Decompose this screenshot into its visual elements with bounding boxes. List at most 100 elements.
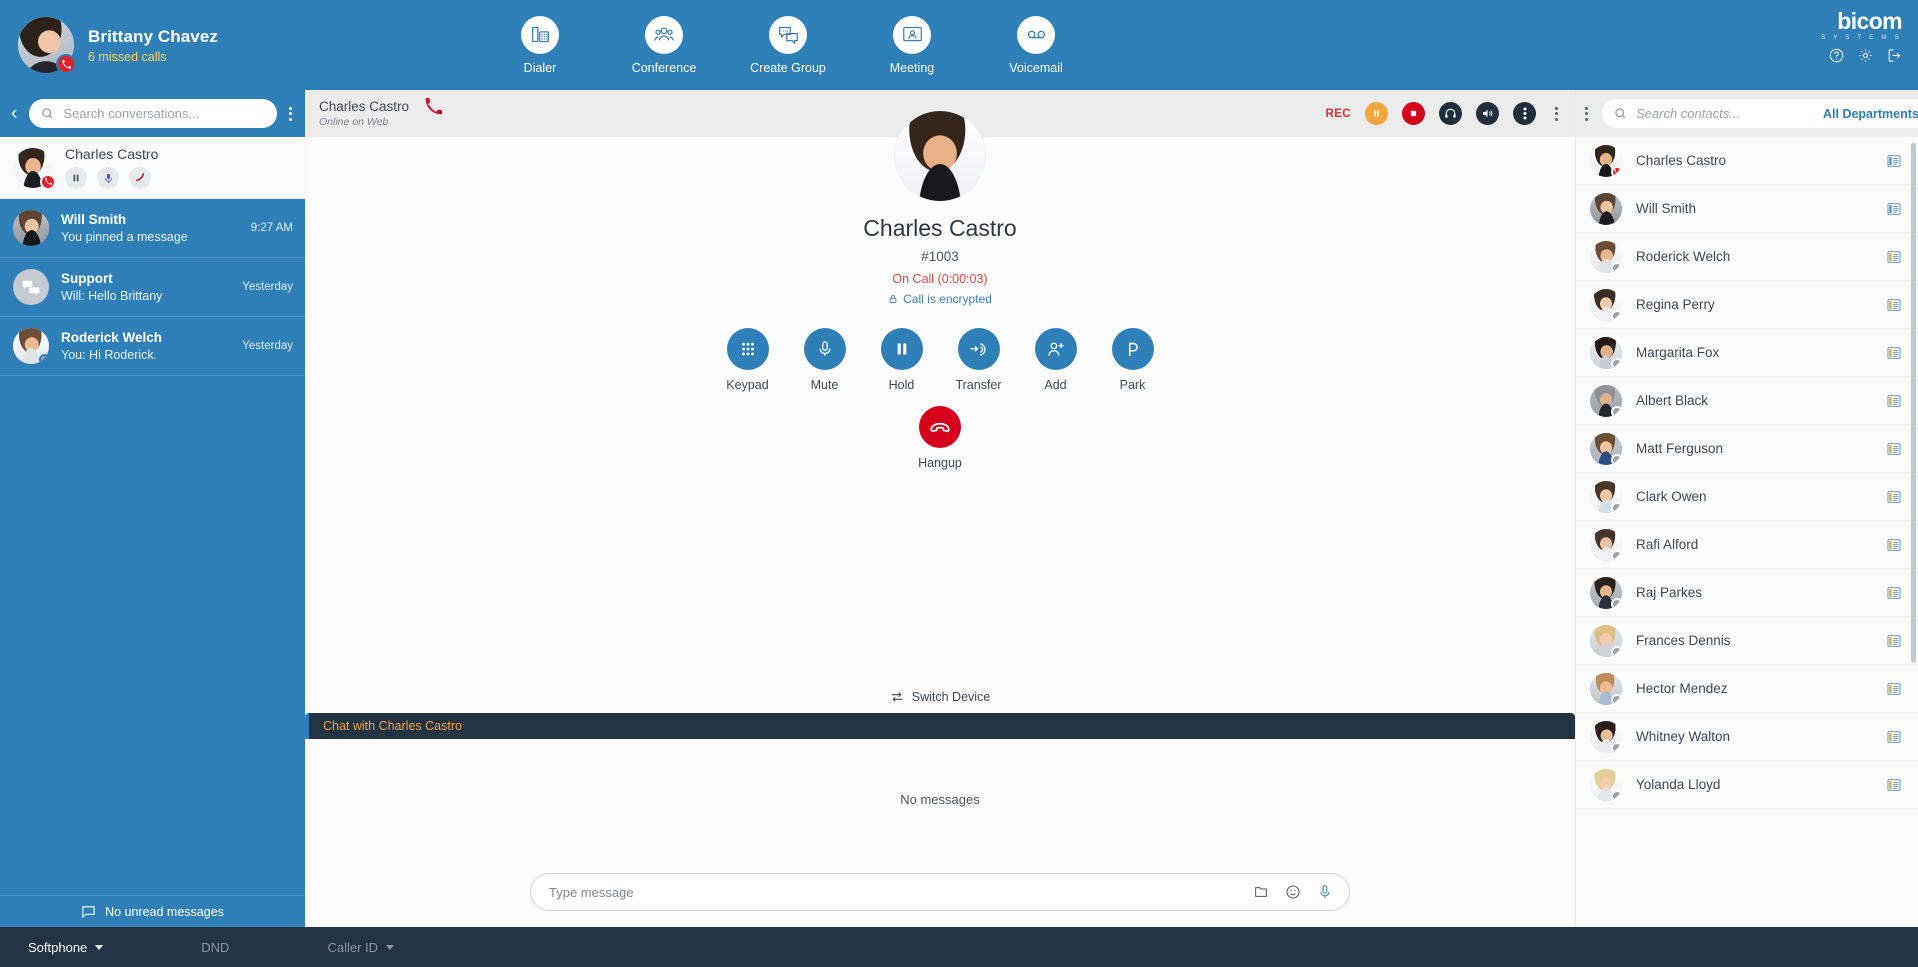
more-options-button[interactable] (1513, 102, 1536, 125)
sidebar-menu-button[interactable] (284, 103, 297, 125)
caller-id-selector[interactable]: Caller ID (327, 940, 395, 955)
keypad-button[interactable]: Keypad (722, 328, 774, 392)
contact-row[interactable]: Whitney Walton (1576, 713, 1918, 761)
emoji-icon[interactable] (1285, 884, 1301, 900)
voice-record-icon[interactable] (1317, 884, 1333, 900)
contact-row[interactable]: Raj Parkes (1576, 569, 1918, 617)
contact-row[interactable]: Albert Black (1576, 377, 1918, 425)
contacts-list: Charles Castro Will Smith Roderick Welch Re… (1576, 137, 1918, 927)
mute-button[interactable]: Mute (799, 328, 851, 392)
video-meeting-icon (893, 15, 931, 54)
contact-row[interactable]: Margarita Fox (1576, 329, 1918, 377)
scrollbar[interactable] (1911, 139, 1916, 927)
contact-name: Raj Parkes (1636, 585, 1703, 600)
contact-card-icon[interactable] (1886, 777, 1902, 793)
active-call-item[interactable]: Charles Castro (0, 137, 305, 199)
department-filter[interactable]: All Departments (1823, 107, 1918, 121)
contact-row[interactable]: Clark Owen (1576, 473, 1918, 521)
contact-card-icon[interactable] (1886, 585, 1902, 601)
search-contacts-field[interactable]: All Departments (1602, 99, 1918, 128)
attach-file-icon[interactable] (1253, 884, 1269, 900)
contact-row[interactable]: Yolanda Lloyd (1576, 761, 1918, 809)
status-badge (1611, 741, 1622, 753)
contact-card-icon[interactable] (1886, 393, 1902, 409)
avatar (1590, 192, 1622, 225)
contact-row[interactable]: Matt Ferguson (1576, 425, 1918, 473)
missed-calls-label[interactable]: 6 missed calls (88, 50, 218, 64)
contact-card-icon[interactable] (1886, 201, 1902, 217)
message-input[interactable] (549, 884, 1253, 900)
add-call-button[interactable]: Add (1030, 328, 1082, 392)
conversation-preview: Will: Hello Brittany (61, 289, 163, 303)
contact-row[interactable]: Roderick Welch (1576, 233, 1918, 281)
status-badge (1611, 645, 1622, 657)
contact-card-icon[interactable] (1886, 345, 1902, 361)
contact-row[interactable]: Regina Perry (1576, 281, 1918, 329)
unread-messages-status[interactable]: No unread messages (0, 895, 305, 927)
contact-card-icon[interactable] (1886, 249, 1902, 265)
hold-button[interactable]: Hold (876, 328, 928, 392)
headset-icon (1445, 108, 1456, 118)
contact-card-icon[interactable] (1886, 153, 1902, 169)
status-bar: Softphone DND Caller ID (0, 927, 1918, 967)
help-icon[interactable] (1829, 48, 1844, 63)
park-button[interactable]: Park (1107, 328, 1159, 392)
red-phone-icon (425, 98, 443, 120)
department-label: All Departments (1823, 106, 1918, 121)
softphone-selector[interactable]: Softphone (28, 940, 104, 955)
pause-recording-button[interactable] (1365, 102, 1388, 125)
hangup-button[interactable] (129, 167, 151, 189)
contact-row[interactable]: Frances Dennis (1576, 617, 1918, 665)
contact-card-icon[interactable] (1886, 633, 1902, 649)
collapse-sidebar-button[interactable]: ‹ (6, 104, 22, 123)
speaker-button[interactable] (1476, 102, 1499, 125)
logout-icon[interactable] (1887, 48, 1902, 63)
dnd-toggle[interactable]: DND (201, 940, 229, 955)
mute-button[interactable] (97, 167, 119, 189)
transfer-button[interactable]: Transfer (953, 328, 1005, 392)
chat-header[interactable]: Chat with Charles Castro (305, 713, 1575, 739)
nav-dialer[interactable]: Dialer (500, 15, 580, 75)
scrollbar-thumb[interactable] (1911, 143, 1916, 663)
chat-bubbles-icon (769, 15, 807, 54)
headset-button[interactable] (1439, 102, 1462, 125)
nav-label: Dialer (523, 60, 557, 75)
nav-meeting[interactable]: Meeting (872, 15, 952, 75)
hold-button[interactable] (65, 167, 87, 189)
nav-conference[interactable]: Conference (624, 15, 704, 75)
contacts-menu-button[interactable] (1580, 103, 1593, 125)
search-input[interactable] (63, 106, 265, 121)
contact-card-icon[interactable] (1886, 489, 1902, 505)
contact-row[interactable]: Charles Castro (1576, 137, 1918, 185)
contact-card-icon[interactable] (1886, 537, 1902, 553)
search-conversations-field[interactable] (29, 99, 277, 128)
call-overflow-menu-button[interactable] (1550, 103, 1563, 125)
contact-row[interactable]: Rafi Alford (1576, 521, 1918, 569)
action-label: Mute (810, 378, 839, 392)
current-user[interactable]: Brittany Chavez 6 missed calls (0, 17, 310, 74)
contact-card-icon[interactable] (1886, 729, 1902, 745)
settings-gear-icon[interactable] (1858, 48, 1873, 63)
contact-card-icon[interactable] (1886, 681, 1902, 697)
contact-card-icon[interactable] (1886, 297, 1902, 313)
switch-device-button[interactable]: Switch Device (305, 680, 1575, 713)
nav-voicemail[interactable]: Voicemail (996, 15, 1076, 75)
no-messages-label: No messages (900, 791, 980, 807)
list-item[interactable]: Support Will: Hello Brittany Yesterday (0, 258, 305, 317)
message-input-container[interactable] (530, 873, 1350, 911)
stop-recording-button[interactable] (1402, 102, 1425, 125)
contact-row[interactable]: Hector Mendez (1576, 665, 1918, 713)
list-item[interactable]: Will Smith You pinned a message 9:27 AM (0, 199, 305, 258)
voicemail-icon (1017, 15, 1055, 54)
nav-create-group[interactable]: Create Group (748, 15, 828, 75)
hangup-button[interactable]: Hangup (305, 406, 1575, 470)
contacts-search-input[interactable] (1636, 106, 1814, 121)
list-item[interactable]: Roderick Welch You: Hi Roderick. Yesterd… (0, 317, 305, 376)
contact-row[interactable]: Will Smith (1576, 185, 1918, 233)
action-label: Park (1119, 378, 1146, 392)
top-header: Brittany Chavez 6 missed calls Dialer Co… (0, 0, 1918, 90)
pause-icon (73, 174, 79, 182)
status-badge (1611, 597, 1622, 609)
on-call-badge-icon (1611, 165, 1622, 177)
contact-card-icon[interactable] (1886, 441, 1902, 457)
